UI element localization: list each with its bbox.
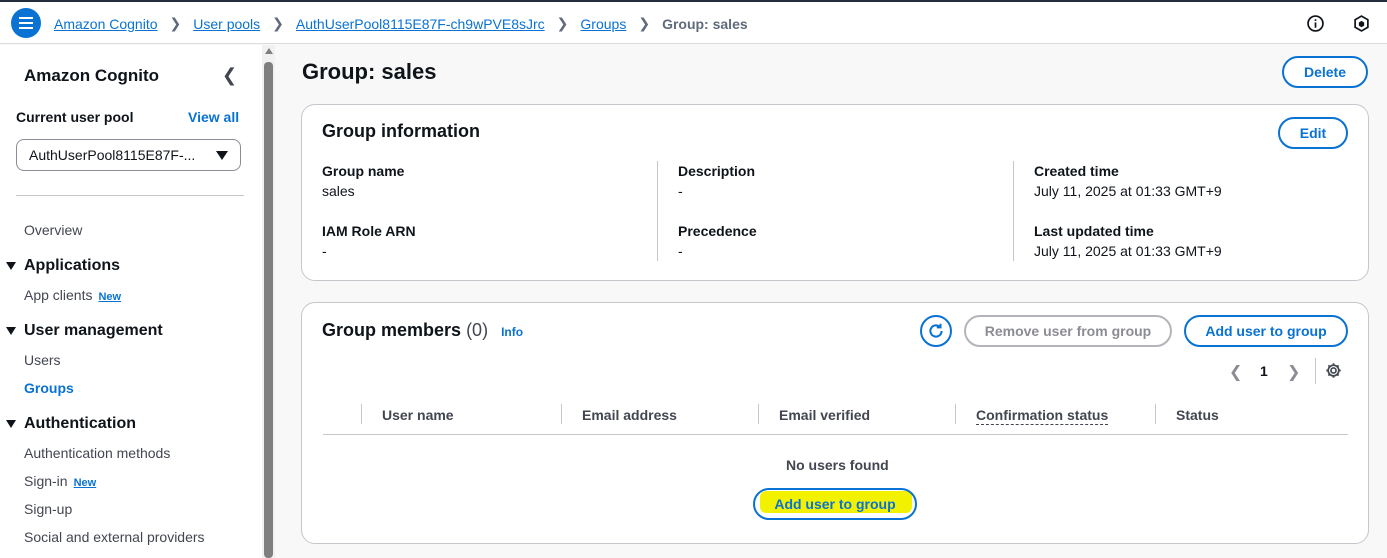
column-separator[interactable] xyxy=(1155,404,1156,424)
sidebar-item-app-clients[interactable]: App clients New xyxy=(24,287,121,303)
scroll-up-arrow-icon[interactable] xyxy=(265,48,273,54)
remove-user-button[interactable]: Remove user from group xyxy=(964,315,1172,347)
description-label: Description xyxy=(678,163,756,179)
last-updated-label: Last updated time xyxy=(1034,223,1154,239)
sidebar-section-user-management[interactable]: User management xyxy=(6,322,163,340)
column-header-email-verified[interactable]: Email verified xyxy=(779,407,870,423)
created-time-label: Created time xyxy=(1034,163,1119,179)
refresh-icon xyxy=(929,323,943,338)
menu-icon[interactable] xyxy=(11,8,41,38)
table-header-divider xyxy=(323,434,1348,435)
sidebar-section-authentication[interactable]: Authentication xyxy=(6,415,136,433)
info-icon[interactable] xyxy=(1306,14,1324,32)
column-header-confirmation-status[interactable]: Confirmation status xyxy=(976,407,1109,425)
chevron-right-icon: ❯ xyxy=(556,15,569,31)
sidebar-item-label: App clients xyxy=(24,287,93,303)
page-number[interactable]: 1 xyxy=(1260,363,1268,379)
chevron-right-icon: ❯ xyxy=(272,15,284,31)
precedence-label: Precedence xyxy=(678,223,757,239)
sidebar-item-groups[interactable]: Groups xyxy=(24,380,74,396)
breadcrumb-current: Group: sales xyxy=(662,15,748,32)
settings-gear-icon[interactable] xyxy=(1325,362,1342,382)
group-members-title: Group members (0) Info xyxy=(322,320,523,341)
breadcrumb: Amazon Cognito ❯ User pools ❯ AuthUserPo… xyxy=(54,15,748,32)
breadcrumb-cognito[interactable]: Amazon Cognito xyxy=(54,16,158,32)
iam-role-arn-label: IAM Role ARN xyxy=(322,223,416,239)
group-name-value: sales xyxy=(322,183,355,199)
sidebar-item-label: Sign-in xyxy=(24,473,68,489)
caret-down-icon xyxy=(216,150,228,160)
group-name-label: Group name xyxy=(322,163,405,179)
page-title: Group: sales xyxy=(302,59,437,84)
breadcrumb-groups[interactable]: Groups xyxy=(580,16,626,32)
delete-button[interactable]: Delete xyxy=(1282,56,1368,88)
next-page-icon[interactable]: ❯ xyxy=(1287,362,1300,382)
sidebar-section-label: Applications xyxy=(24,257,121,274)
current-user-pool-label: Current user pool xyxy=(16,109,134,125)
sidebar-item-overview[interactable]: Overview xyxy=(24,222,82,238)
scrollbar-thumb[interactable] xyxy=(264,62,273,558)
chevron-right-icon: ❯ xyxy=(169,15,182,31)
cloudshell-icon[interactable] xyxy=(1352,14,1370,32)
sidebar-item-sign-in[interactable]: Sign-in New xyxy=(24,473,96,489)
column-divider xyxy=(1013,161,1014,261)
member-count: (0) xyxy=(466,320,489,340)
sidebar-section-label: Authentication xyxy=(24,415,136,432)
column-header-status[interactable]: Status xyxy=(1176,407,1219,423)
breadcrumb-user-pool[interactable]: AuthUserPool8115E87F-ch9wPVE8sJrc xyxy=(296,16,545,32)
empty-add-user-to-group-button[interactable]: Add user to group xyxy=(753,488,917,520)
column-separator xyxy=(361,404,362,424)
column-divider xyxy=(657,161,658,261)
add-user-to-group-button[interactable]: Add user to group xyxy=(1184,315,1348,347)
new-badge: New xyxy=(73,477,97,489)
sidebar: Amazon Cognito ❮ Current user pool View … xyxy=(0,45,262,558)
group-members-heading: Group members xyxy=(322,320,462,340)
column-separator[interactable] xyxy=(561,404,562,424)
column-separator[interactable] xyxy=(955,404,956,424)
collapse-sidebar-icon[interactable]: ❮ xyxy=(222,65,237,86)
sidebar-section-applications[interactable]: Applications xyxy=(6,257,120,275)
new-badge: New xyxy=(98,291,122,303)
refresh-button[interactable] xyxy=(920,315,952,347)
previous-page-icon[interactable]: ❮ xyxy=(1229,362,1242,382)
sidebar-section-label: User management xyxy=(24,322,163,339)
precedence-value: - xyxy=(678,243,683,259)
sidebar-item-authentication-methods[interactable]: Authentication methods xyxy=(24,445,170,461)
column-separator[interactable] xyxy=(758,404,759,424)
sidebar-item-sign-up[interactable]: Sign-up xyxy=(24,501,72,517)
view-all-link[interactable]: View all xyxy=(188,109,239,125)
sidebar-item-social-providers[interactable]: Social and external providers xyxy=(24,529,205,545)
column-header-email-address[interactable]: Email address xyxy=(582,407,677,423)
iam-role-arn-value: - xyxy=(322,243,327,259)
edit-button[interactable]: Edit xyxy=(1278,117,1348,149)
top-navigation: Amazon Cognito ❯ User pools ❯ AuthUserPo… xyxy=(0,0,1387,44)
caret-down-icon xyxy=(6,327,16,335)
info-link[interactable]: Info xyxy=(501,325,523,339)
column-header-user-name[interactable]: User name xyxy=(382,407,454,423)
caret-down-icon xyxy=(6,420,16,428)
user-pool-select-value: AuthUserPool8115E87F-... xyxy=(29,147,196,163)
sidebar-title: Amazon Cognito xyxy=(24,66,160,85)
pagination-divider xyxy=(1315,358,1316,384)
created-time-value: July 11, 2025 at 01:33 GMT+9 xyxy=(1034,183,1222,199)
caret-down-icon xyxy=(6,262,16,270)
last-updated-value: July 11, 2025 at 01:33 GMT+9 xyxy=(1034,243,1222,259)
description-value: - xyxy=(678,183,683,199)
user-pool-select[interactable]: AuthUserPool8115E87F-... xyxy=(16,139,241,171)
group-information-title: Group information xyxy=(322,121,480,141)
sidebar-divider xyxy=(16,195,244,196)
chevron-right-icon: ❯ xyxy=(638,15,651,31)
breadcrumb-user-pools[interactable]: User pools xyxy=(193,16,260,32)
sidebar-item-users[interactable]: Users xyxy=(24,352,61,368)
empty-state-text: No users found xyxy=(786,457,889,473)
